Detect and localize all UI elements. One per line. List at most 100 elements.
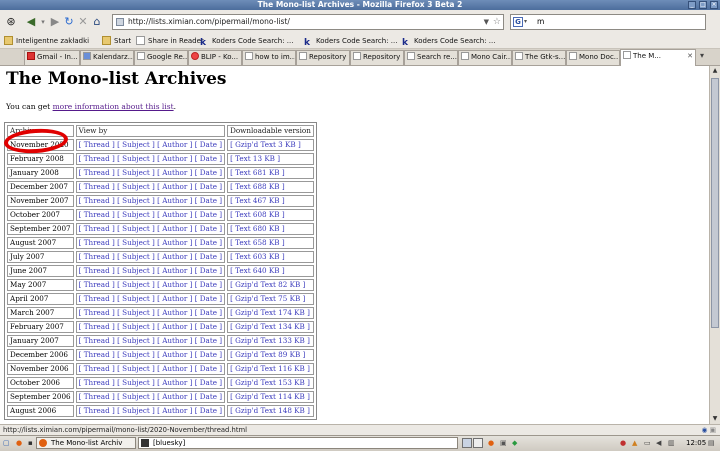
author-link[interactable]: [ Author ]: [157, 238, 192, 247]
thread-link[interactable]: [ Thread ]: [79, 378, 115, 387]
bookmark-start[interactable]: Start: [102, 34, 131, 48]
engine-dropdown-icon[interactable]: ▾: [524, 15, 527, 29]
date-link[interactable]: [ Date ]: [195, 182, 222, 191]
subject-link[interactable]: [ Subject ]: [117, 140, 155, 149]
subject-link[interactable]: [ Subject ]: [117, 322, 155, 331]
author-link[interactable]: [ Author ]: [157, 154, 192, 163]
tab-gmail[interactable]: Gmail - In...: [24, 50, 80, 65]
thread-link[interactable]: [ Thread ]: [79, 308, 115, 317]
thread-link[interactable]: [ Thread ]: [79, 168, 115, 177]
download-link[interactable]: [ Text 688 KB ]: [230, 182, 285, 191]
url-bar[interactable]: http://lists.ximian.com/pipermail/mono-l…: [112, 14, 504, 30]
subject-link[interactable]: [ Subject ]: [117, 238, 155, 247]
google-engine-icon[interactable]: G: [513, 17, 523, 27]
author-link[interactable]: [ Author ]: [157, 350, 192, 359]
author-link[interactable]: [ Author ]: [157, 252, 192, 261]
subject-link[interactable]: [ Subject ]: [117, 378, 155, 387]
taskbar-terminal-window[interactable]: [bluesky]: [138, 437, 458, 449]
forward-button[interactable]: ▶: [48, 15, 62, 29]
download-link[interactable]: [ Gzip'd Text 134 KB ]: [230, 322, 310, 331]
tray-volume-icon[interactable]: ◀: [656, 438, 661, 448]
thread-link[interactable]: [ Thread ]: [79, 322, 115, 331]
tab-mono-doc[interactable]: Mono Doc...: [566, 50, 620, 65]
firefox-launcher-icon[interactable]: ●: [16, 438, 22, 448]
download-link[interactable]: [ Gzip'd Text 148 KB ]: [230, 406, 310, 415]
scroll-down-arrow-icon[interactable]: ▼: [710, 414, 720, 424]
home-button[interactable]: ⌂: [90, 15, 104, 29]
tray-menu-icon[interactable]: ▤: [708, 438, 715, 448]
url-history-dropdown-icon[interactable]: ▼: [484, 15, 489, 29]
date-link[interactable]: [ Date ]: [195, 406, 222, 415]
date-link[interactable]: [ Date ]: [195, 266, 222, 275]
download-link[interactable]: [ Gzip'd Text 116 KB ]: [230, 364, 310, 373]
subject-link[interactable]: [ Subject ]: [117, 308, 155, 317]
subject-link[interactable]: [ Subject ]: [117, 182, 155, 191]
download-link[interactable]: [ Gzip'd Text 174 KB ]: [230, 308, 310, 317]
date-link[interactable]: [ Date ]: [195, 238, 222, 247]
author-link[interactable]: [ Author ]: [157, 378, 192, 387]
reload-button[interactable]: ↻: [62, 15, 76, 29]
author-link[interactable]: [ Author ]: [157, 182, 192, 191]
thread-link[interactable]: [ Thread ]: [79, 140, 115, 149]
tray-app-icon[interactable]: ▣: [500, 438, 507, 448]
vertical-scrollbar[interactable]: ▲ ▼: [709, 66, 720, 424]
minimize-button[interactable]: _: [688, 1, 696, 9]
subject-link[interactable]: [ Subject ]: [117, 224, 155, 233]
subject-link[interactable]: [ Subject ]: [117, 350, 155, 359]
thread-link[interactable]: [ Thread ]: [79, 266, 115, 275]
download-link[interactable]: [ Text 603 KB ]: [230, 252, 285, 261]
thread-link[interactable]: [ Thread ]: [79, 364, 115, 373]
date-link[interactable]: [ Date ]: [195, 210, 222, 219]
date-link[interactable]: [ Date ]: [195, 140, 222, 149]
tab-mono-list-active[interactable]: The M... ✕: [620, 49, 696, 66]
subject-link[interactable]: [ Subject ]: [117, 266, 155, 275]
author-link[interactable]: [ Author ]: [157, 364, 192, 373]
thread-link[interactable]: [ Thread ]: [79, 336, 115, 345]
tab-mono-cairo[interactable]: Mono Cair...: [458, 50, 512, 65]
thread-link[interactable]: [ Thread ]: [79, 392, 115, 401]
date-link[interactable]: [ Date ]: [195, 350, 222, 359]
author-link[interactable]: [ Author ]: [157, 210, 192, 219]
thread-link[interactable]: [ Thread ]: [79, 224, 115, 233]
bookmark-smart-folder[interactable]: Inteligentne zakładki: [4, 34, 89, 48]
bookmark-star-icon[interactable]: ☆: [493, 15, 501, 29]
date-link[interactable]: [ Date ]: [195, 336, 222, 345]
author-link[interactable]: [ Author ]: [157, 392, 192, 401]
tray-display-icon[interactable]: ▥: [668, 438, 675, 448]
tray-firefox-icon[interactable]: ●: [488, 438, 494, 448]
thread-link[interactable]: [ Thread ]: [79, 294, 115, 303]
subject-link[interactable]: [ Subject ]: [117, 392, 155, 401]
firefox-menu-icon[interactable]: ⊛: [4, 15, 18, 29]
date-link[interactable]: [ Date ]: [195, 364, 222, 373]
subject-link[interactable]: [ Subject ]: [117, 196, 155, 205]
download-link[interactable]: [ Gzip'd Text 75 KB ]: [230, 294, 305, 303]
subject-link[interactable]: [ Subject ]: [117, 154, 155, 163]
download-link[interactable]: [ Gzip'd Text 133 KB ]: [230, 336, 310, 345]
tray-update-icon[interactable]: ●: [620, 438, 626, 448]
url-input[interactable]: http://lists.ximian.com/pipermail/mono-l…: [128, 15, 290, 29]
author-link[interactable]: [ Author ]: [157, 322, 192, 331]
taskbar-firefox-window[interactable]: The Mono-list Archiv: [36, 437, 136, 449]
thread-link[interactable]: [ Thread ]: [79, 252, 115, 261]
download-link[interactable]: [ Text 658 KB ]: [230, 238, 285, 247]
tab-search-results[interactable]: Search re...: [404, 50, 458, 65]
date-link[interactable]: [ Date ]: [195, 168, 222, 177]
all-tabs-dropdown-icon[interactable]: ▾: [700, 51, 704, 60]
download-link[interactable]: [ Text 681 KB ]: [230, 168, 285, 177]
scroll-up-arrow-icon[interactable]: ▲: [710, 66, 720, 76]
thread-link[interactable]: [ Thread ]: [79, 350, 115, 359]
bookmark-koders-3[interactable]: k Koders Code Search: ...: [402, 34, 495, 48]
download-link[interactable]: [ Text 13 KB ]: [230, 154, 280, 163]
thread-link[interactable]: [ Thread ]: [79, 154, 115, 163]
subject-link[interactable]: [ Subject ]: [117, 336, 155, 345]
author-link[interactable]: [ Author ]: [157, 224, 192, 233]
search-input[interactable]: m: [537, 15, 544, 29]
download-link[interactable]: [ Gzip'd Text 114 KB ]: [230, 392, 310, 401]
date-link[interactable]: [ Date ]: [195, 252, 222, 261]
tray-warning-icon[interactable]: ▲: [632, 438, 637, 448]
tab-repository-2[interactable]: Repository: [350, 50, 404, 65]
author-link[interactable]: [ Author ]: [157, 406, 192, 415]
close-window-button[interactable]: ×: [710, 1, 718, 9]
tab-repository-1[interactable]: Repository: [296, 50, 350, 65]
download-link[interactable]: [ Text 680 KB ]: [230, 224, 285, 233]
